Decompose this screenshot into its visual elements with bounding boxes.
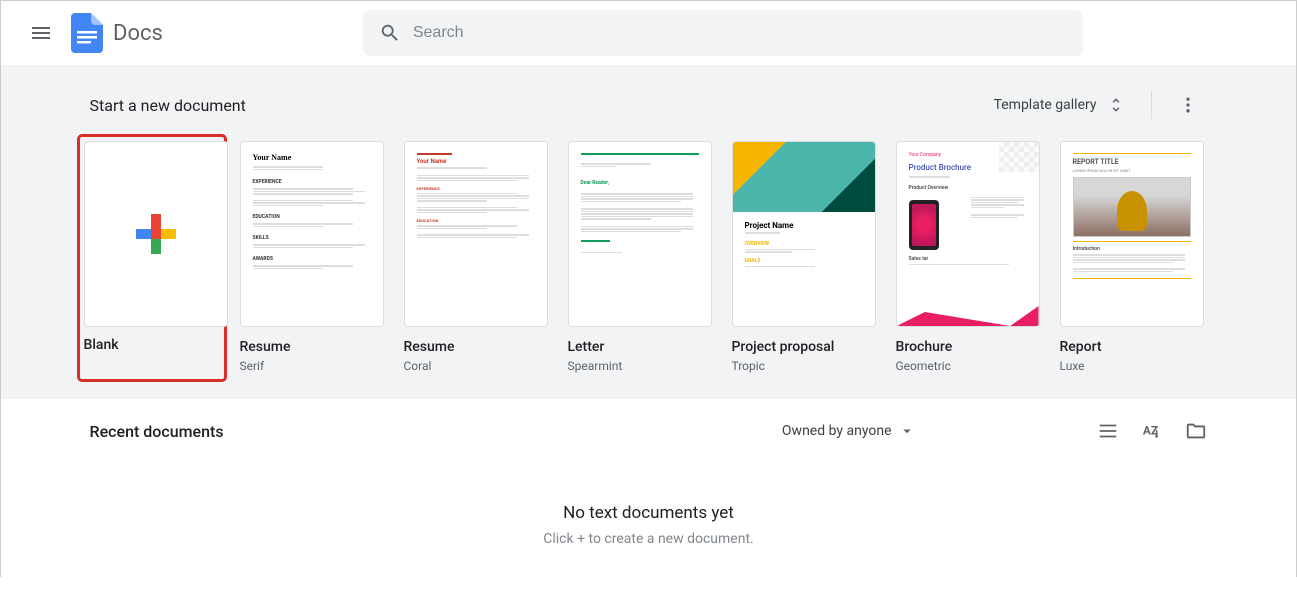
template-gallery-label: Template gallery	[994, 97, 1097, 113]
search-bar[interactable]	[363, 10, 1083, 56]
template-sublabel: Coral	[404, 357, 548, 375]
template-sublabel: Spearmint	[568, 357, 712, 375]
svg-text:AZ: AZ	[1142, 424, 1157, 438]
app-header: Docs	[1, 1, 1296, 65]
template-resume-serif[interactable]: Your Name EXPERIENCE EDUCATION SKILLS AW…	[240, 141, 384, 375]
template-section-title: Start a new document	[90, 96, 246, 115]
empty-subtitle: Click + to create a new document.	[85, 531, 1213, 547]
template-label: Resume	[404, 337, 548, 357]
main-menu-button[interactable]	[17, 9, 65, 57]
plus-icon	[136, 214, 176, 254]
search-input[interactable]	[413, 24, 1067, 42]
menu-icon	[29, 21, 53, 45]
template-resume-coral[interactable]: Your Name EXPERIENCE EDUCATION Resume Co…	[404, 141, 548, 375]
docs-logo-icon	[69, 15, 105, 51]
template-report[interactable]: REPORT TITLE LOREM IPSUM DOLOR SIT AMET …	[1060, 141, 1204, 375]
template-label: Letter	[568, 337, 712, 357]
template-sublabel: Luxe	[1060, 357, 1204, 375]
file-picker-button[interactable]	[1184, 419, 1208, 443]
template-label: Project proposal	[732, 337, 876, 357]
empty-state: No text documents yet Click + to create …	[84, 483, 1214, 587]
template-gallery-button[interactable]: Template gallery	[984, 88, 1135, 122]
template-blank[interactable]: Blank	[80, 137, 224, 379]
app-name: Docs	[113, 21, 163, 46]
ownership-filter-label: Owned by anyone	[782, 423, 892, 439]
template-sublabel: Tropic	[732, 357, 876, 375]
empty-title: No text documents yet	[85, 503, 1213, 523]
dropdown-icon	[898, 422, 916, 440]
template-label: Blank	[84, 335, 220, 355]
more-vert-icon	[1178, 95, 1198, 115]
template-label: Brochure	[896, 337, 1040, 357]
list-icon	[1097, 420, 1119, 442]
template-sublabel: Geometric	[896, 357, 1040, 375]
recent-title: Recent documents	[90, 422, 224, 441]
template-blank-thumb	[84, 141, 228, 327]
template-section: Start a new document Template gallery	[1, 65, 1296, 399]
sort-az-icon: AZ	[1141, 420, 1163, 442]
template-label: Resume	[240, 337, 384, 357]
search-icon	[379, 22, 401, 44]
template-project-proposal[interactable]: Project Name OVERVIEW GOALS Project prop…	[732, 141, 876, 375]
template-label: Report	[1060, 337, 1204, 357]
template-brochure[interactable]: Your Company Product Brochure Product Ov…	[896, 141, 1040, 375]
sort-button[interactable]: AZ	[1140, 419, 1164, 443]
template-sublabel: Serif	[240, 357, 384, 375]
divider	[1151, 91, 1152, 119]
list-view-button[interactable]	[1096, 419, 1120, 443]
folder-icon	[1185, 420, 1207, 442]
unfold-icon	[1107, 96, 1125, 114]
template-letter-spearmint[interactable]: Dear Reader, Letter Spearmint	[568, 141, 712, 375]
recent-section: Recent documents Owned by anyone AZ No t…	[1, 399, 1296, 607]
more-options-button[interactable]	[1168, 85, 1208, 125]
ownership-filter[interactable]: Owned by anyone	[782, 422, 916, 440]
